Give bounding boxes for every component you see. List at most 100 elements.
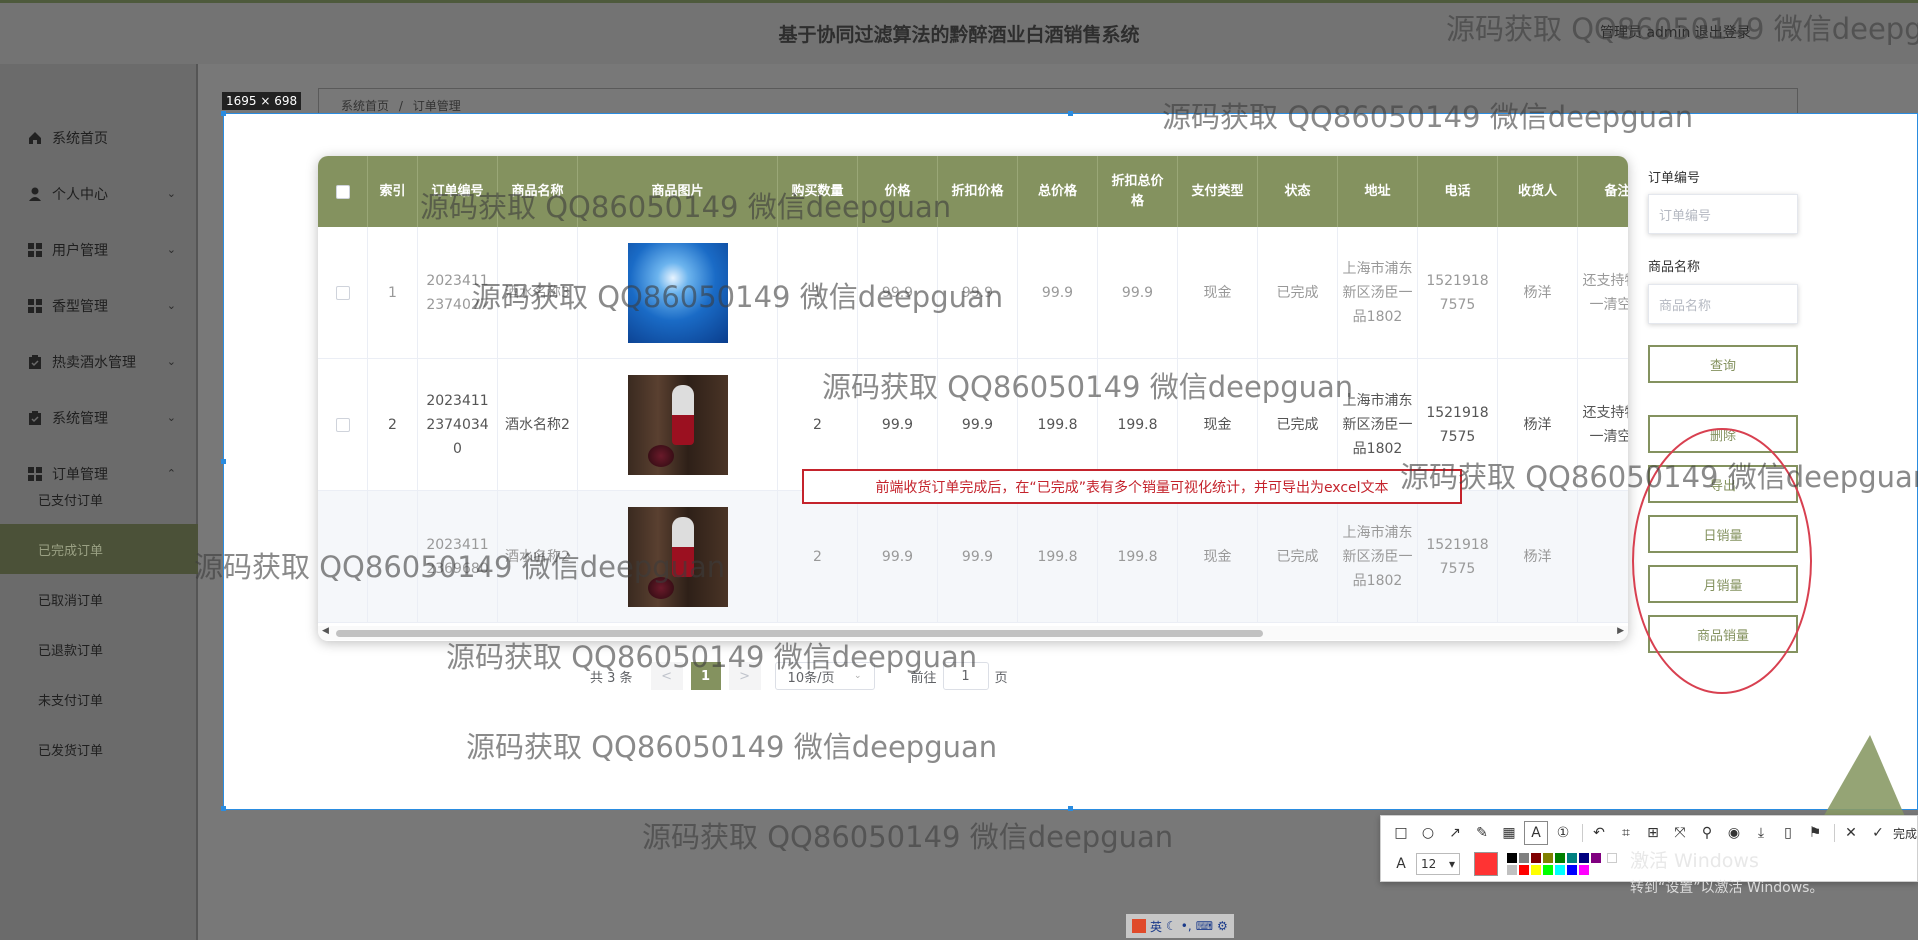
cell-product-name: 酒水名称2 — [498, 359, 578, 491]
mosaic-icon[interactable]: ▦ — [1497, 821, 1521, 845]
record-icon[interactable]: ◉ — [1722, 821, 1746, 845]
checkbox[interactable] — [335, 418, 350, 432]
sidebar-item-aroma[interactable]: 香型管理 ⌄ — [0, 278, 198, 334]
header-select-all[interactable] — [318, 156, 368, 227]
breadcrumb-home[interactable]: 系统首页 — [341, 99, 389, 113]
table-row[interactable]: 20234112369680 酒水名称2 2 99.9 99.9 199.8 1… — [318, 491, 1628, 623]
arrow-icon[interactable]: ↗ — [1443, 821, 1467, 845]
page-number[interactable]: 1 — [690, 662, 721, 690]
gear-icon[interactable]: ⚙ — [1217, 919, 1228, 933]
cell-product-name: 酒水名称3 — [498, 227, 578, 359]
active-color[interactable] — [1474, 852, 1498, 876]
resize-handle[interactable] — [221, 806, 226, 811]
scroll-left-icon[interactable]: ◀ — [322, 626, 329, 636]
table-row[interactable]: 1 20234112374027 酒水名称3 1 99.9 99.9 99.9 … — [318, 227, 1628, 359]
download-icon[interactable]: ⤓ — [1749, 821, 1773, 845]
save-icon[interactable]: ▯ — [1776, 821, 1800, 845]
cell-product-image — [578, 227, 778, 359]
ocr-icon[interactable]: ⊞ — [1641, 821, 1665, 845]
bookmark-icon[interactable]: ⚑ — [1803, 821, 1827, 845]
resize-handle[interactable] — [221, 111, 226, 116]
prev-page-button[interactable]: < — [650, 662, 683, 690]
sidebar-item-home[interactable]: 系统首页 — [0, 110, 198, 166]
row-select[interactable] — [318, 359, 368, 491]
moon-icon[interactable]: ☾ — [1166, 919, 1177, 933]
punctuation-icon[interactable]: •, — [1181, 919, 1192, 933]
font-size-select[interactable]: 12 ▾ — [1416, 853, 1460, 875]
cell-order-no: 20234112374027 — [418, 227, 498, 359]
crop-icon[interactable]: ⌗ — [1614, 821, 1638, 845]
cell-total: 199.8 — [1018, 491, 1098, 623]
number-icon[interactable]: ① — [1551, 821, 1575, 845]
sidebar-item-profile[interactable]: 个人中心 ⌄ — [0, 166, 198, 222]
column-header: 总价格 — [1018, 156, 1098, 227]
row-select[interactable] — [318, 491, 368, 623]
sidebar-item-label: 系统管理 — [52, 411, 108, 427]
scroll-right-icon[interactable]: ▶ — [1617, 626, 1624, 636]
product-image[interactable] — [627, 243, 728, 343]
ellipse-icon[interactable]: ○ — [1416, 821, 1440, 845]
sidebar-sub-refunded[interactable]: 已退款订单 — [0, 624, 198, 674]
sidebar: 系统首页 个人中心 ⌄ 用户管理 ⌄ 香型管理 ⌄ 热卖酒水管理 ⌄ 系统管理 ⌄ 订单管… — [0, 64, 198, 940]
next-page-button[interactable]: > — [728, 662, 761, 690]
column-header: 地址 — [1338, 156, 1418, 227]
undo-icon[interactable]: ↶ — [1587, 821, 1611, 845]
color-palette[interactable] — [1506, 852, 1626, 876]
sidebar-item-hot-drinks[interactable]: 热卖酒水管理 ⌄ — [0, 334, 198, 390]
keyboard-icon[interactable]: ⌨ — [1196, 919, 1213, 933]
annotation-note: 前端收货订单完成后，在“已完成”表有多个销量可视化统计，并可导出为excel文本 — [802, 469, 1462, 504]
ime-toolbar[interactable]: 英 ☾ •, ⌨ ⚙ — [1126, 914, 1234, 938]
sidebar-item-label: 香型管理 — [52, 299, 108, 315]
page-size-select[interactable]: 10条/页 ⌄ — [774, 662, 875, 690]
cell-order-no: 20234112374034 0 — [418, 359, 498, 491]
checkbox[interactable] — [335, 184, 350, 199]
scrollbar-thumb[interactable] — [336, 630, 1263, 637]
user-icon — [28, 187, 42, 201]
ime-logo-icon — [1132, 919, 1146, 933]
annotation-ellipse — [1632, 428, 1812, 694]
font-size-value: 12 — [1421, 857, 1437, 871]
ime-language[interactable]: 英 — [1150, 918, 1162, 935]
pen-icon[interactable]: ✎ — [1470, 821, 1494, 845]
cell-discount-total: 99.9 — [1098, 227, 1178, 359]
cell-index: 2 — [368, 359, 418, 491]
horizontal-scrollbar[interactable]: ◀ ▶ — [318, 626, 1628, 640]
product-image[interactable] — [627, 507, 728, 607]
sidebar-sub-cancelled[interactable]: 已取消订单 — [0, 574, 198, 624]
sidebar-item-system[interactable]: 系统管理 ⌄ — [0, 390, 198, 446]
sidebar-sub-paid[interactable]: 已支付订单 — [0, 474, 198, 524]
product-image[interactable] — [627, 375, 728, 475]
pin-icon[interactable]: ⚲ — [1695, 821, 1719, 845]
chevron-down-icon: ⌄ — [166, 355, 176, 368]
sidebar-item-users[interactable]: 用户管理 ⌄ — [0, 222, 198, 278]
scan-icon[interactable]: ⤧ — [1668, 821, 1692, 845]
close-icon[interactable]: ✕ — [1839, 821, 1863, 845]
sidebar-sub-shipped[interactable]: 已发货订单 — [0, 724, 198, 774]
chevron-down-icon: ⌄ — [166, 187, 176, 200]
cell-discount-price: 99.9 — [938, 227, 1018, 359]
rectangle-icon[interactable]: □ — [1389, 821, 1413, 845]
sidebar-sub-unpaid[interactable]: 未支付订单 — [0, 674, 198, 724]
done-button[interactable]: 完成 — [1893, 825, 1917, 842]
cell-address: 上海市浦东新区汤臣一品1802 — [1338, 227, 1418, 359]
resize-handle[interactable] — [221, 459, 226, 464]
chevron-down-icon: ⌄ — [854, 671, 862, 681]
activation-subtitle: 转到“设置”以激活 Windows。 — [1630, 880, 1824, 896]
row-select[interactable] — [318, 227, 368, 359]
cell-price: 99.9 — [858, 491, 938, 623]
resize-handle[interactable] — [1068, 111, 1073, 116]
resize-handle[interactable] — [1068, 806, 1073, 811]
goto-page-input[interactable]: 1 — [942, 662, 989, 690]
column-header: 购买数量 — [778, 156, 858, 227]
check-icon[interactable]: ✓ — [1866, 821, 1890, 845]
order-no-input[interactable]: 订单编号 — [1648, 194, 1798, 234]
cell-quantity: 2 — [778, 491, 858, 623]
column-header: 支付类型 — [1178, 156, 1258, 227]
user-info[interactable]: 管理员 admin 退出登录 — [1600, 22, 1751, 42]
product-name-input[interactable]: 商品名称 — [1648, 284, 1798, 324]
sidebar-sub-completed[interactable]: 已完成订单 — [0, 524, 198, 574]
cell-receiver: 杨洋 — [1498, 227, 1578, 359]
checkbox[interactable] — [335, 286, 350, 300]
query-button[interactable]: 查询 — [1648, 345, 1798, 383]
text-icon[interactable]: A — [1524, 821, 1548, 845]
